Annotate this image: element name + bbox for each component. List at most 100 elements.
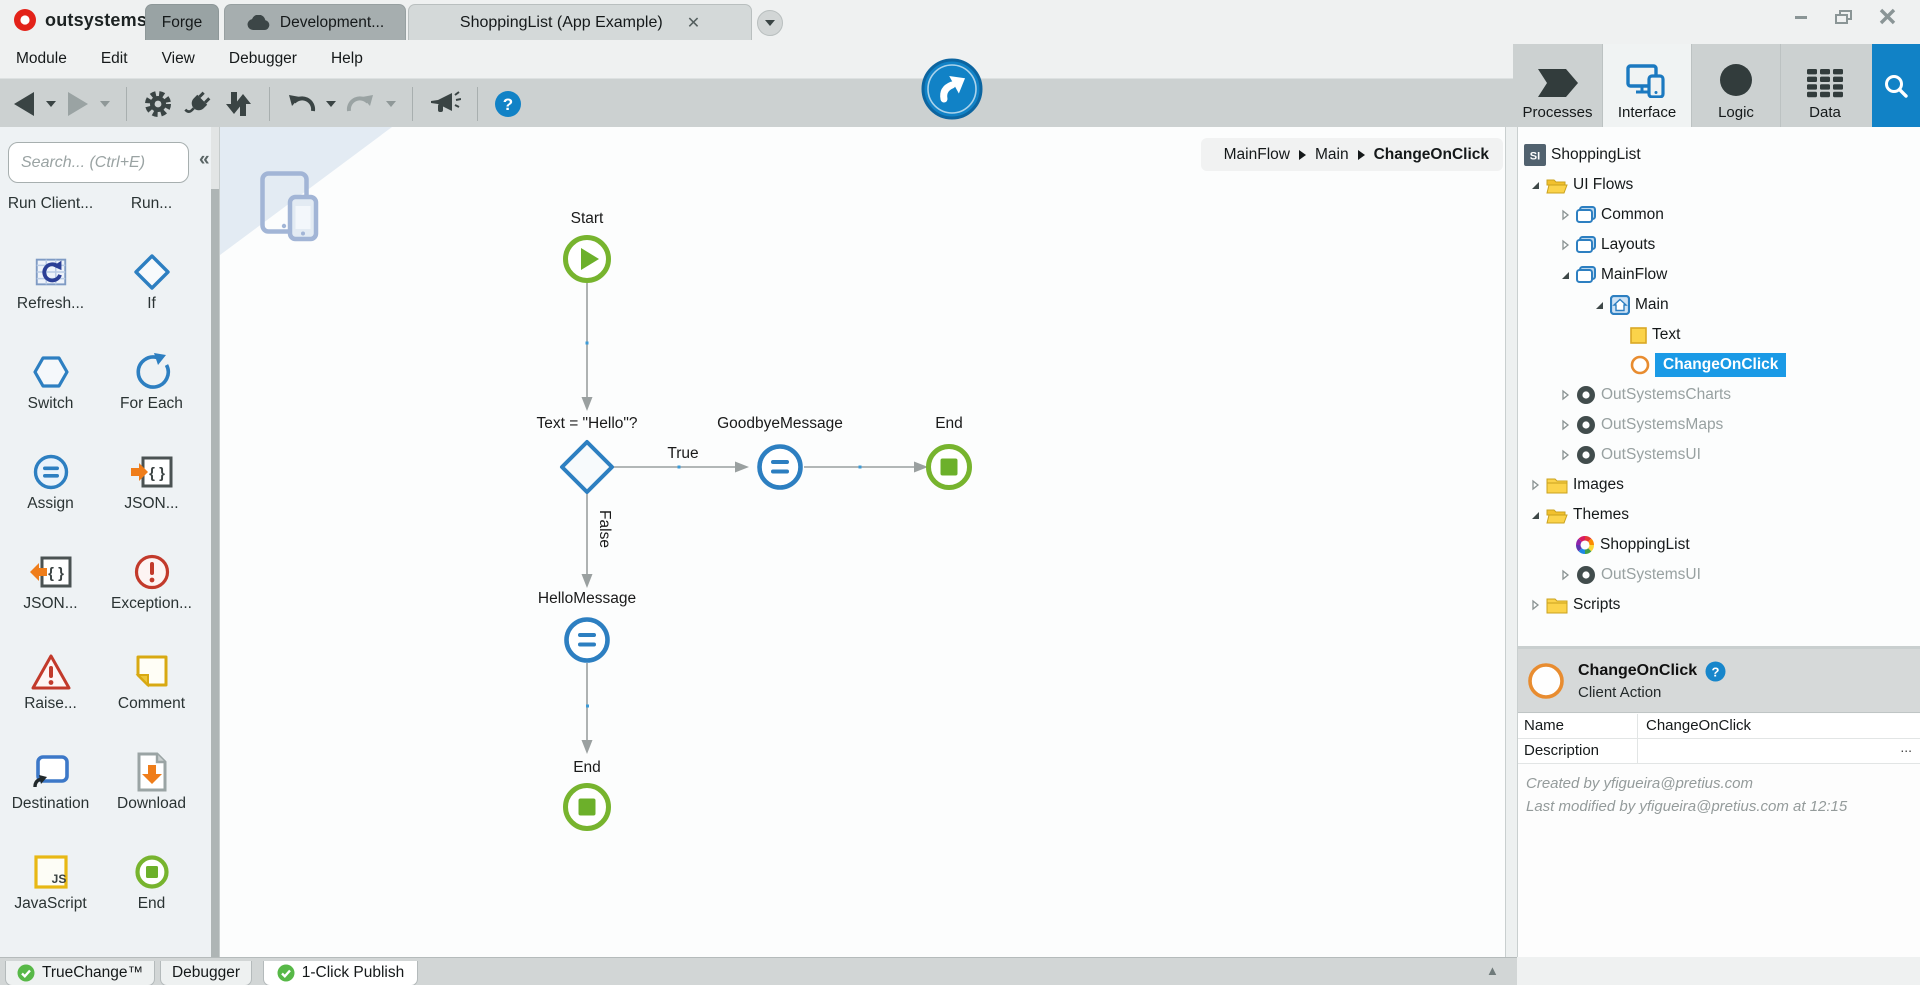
for-each-icon [132, 349, 172, 395]
expanded-arrow-icon[interactable] [1530, 180, 1541, 191]
tree-item-outsystemscharts[interactable]: OutSystemsCharts [1518, 380, 1920, 410]
tab-development[interactable]: Development... [224, 4, 406, 40]
tab-shoppinglist[interactable]: ShoppingList (App Example) ✕ [408, 4, 752, 40]
description-expand-button[interactable]: ... [1896, 739, 1920, 763]
toolbox-item-assign[interactable]: Assign [0, 417, 101, 517]
collapsed-arrow-icon[interactable] [1560, 449, 1571, 461]
start-node[interactable] [563, 235, 611, 283]
collapsed-arrow-icon[interactable] [1560, 389, 1571, 401]
expanded-arrow-icon[interactable] [1594, 300, 1605, 311]
toolbox-item-raise-exception[interactable]: Raise... [0, 617, 101, 717]
menu-module[interactable]: Module [16, 50, 67, 68]
collapsed-arrow-icon[interactable] [1560, 239, 1571, 251]
redo-icon[interactable] [346, 91, 376, 117]
tree-item-module-shoppinglist[interactable]: SI ShoppingList [1518, 140, 1920, 170]
collapsed-arrow-icon[interactable] [1560, 419, 1571, 431]
toolbox-item-if[interactable]: If [101, 217, 202, 317]
tree-item-theme-shoppinglist[interactable]: ShoppingList [1518, 530, 1920, 560]
restore-icon[interactable] [1835, 9, 1853, 25]
toolbox-item-exception-handler[interactable]: Exception... [101, 517, 202, 617]
toolbox-item-destination[interactable]: Destination [0, 717, 101, 817]
toolbox-item-for-each[interactable]: For Each [101, 317, 202, 417]
announcements-megaphone-icon[interactable] [429, 90, 461, 118]
help-icon[interactable]: ? [1705, 661, 1726, 682]
condition-node[interactable] [560, 440, 614, 494]
menu-view[interactable]: View [162, 50, 195, 68]
nav-processes[interactable]: Processes [1513, 44, 1602, 127]
one-click-publish-button[interactable] [920, 57, 984, 121]
tree-item-mainflow[interactable]: MainFlow [1518, 260, 1920, 290]
expanded-arrow-icon[interactable] [1560, 270, 1571, 281]
menu-debugger[interactable]: Debugger [229, 50, 297, 68]
tree-item-changeonclick[interactable]: ChangeOnClick [1518, 350, 1920, 380]
refresh-server-data-icon[interactable] [223, 90, 253, 118]
status-bar: TrueChange™ Debugger 1-Click Publish ▲ [0, 957, 1517, 985]
collapsed-arrow-icon[interactable] [1560, 569, 1571, 581]
nav-logic[interactable]: Logic [1691, 44, 1780, 127]
back-history-icon[interactable] [46, 100, 56, 107]
menu-edit[interactable]: Edit [101, 50, 128, 68]
collapsed-arrow-icon[interactable] [1530, 479, 1541, 491]
tree-item-images[interactable]: Images [1518, 470, 1920, 500]
nav-interface[interactable]: Interface [1602, 44, 1691, 127]
tree-item-ui-flows[interactable]: UI Flows [1518, 170, 1920, 200]
tree-item-themes[interactable]: Themes [1518, 500, 1920, 530]
true-branch-label: True [667, 445, 698, 462]
toolbox-collapse-button[interactable]: « [199, 149, 210, 171]
toolbox-scrollbar-thumb[interactable] [211, 189, 219, 957]
refresh-data-icon [32, 249, 70, 295]
undo-icon[interactable] [286, 91, 316, 117]
collapsed-arrow-icon[interactable] [1560, 209, 1571, 221]
tree-item-main[interactable]: Main [1518, 290, 1920, 320]
tree-item-scripts[interactable]: Scripts [1518, 590, 1920, 620]
tree-item-common[interactable]: Common [1518, 200, 1920, 230]
flow-canvas[interactable]: MainFlow Main ChangeOnClick Start Text =… [219, 127, 1505, 957]
toolbox-item-json-deserialize[interactable]: { } JSON... [0, 517, 101, 617]
forward-icon[interactable] [66, 91, 90, 117]
statusbar-collapse-button[interactable]: ▲ [1486, 963, 1499, 978]
forward-history-icon[interactable] [100, 100, 110, 107]
back-icon[interactable] [12, 91, 36, 117]
tree-item-outsystemsmaps[interactable]: OutSystemsMaps [1518, 410, 1920, 440]
toolbox-item-refresh-data[interactable]: Refresh... [0, 217, 101, 317]
plugin-icon [1577, 566, 1595, 584]
tab-close-icon[interactable]: ✕ [687, 13, 700, 33]
manage-dependencies-plug-icon[interactable] [183, 89, 213, 119]
toolbox-item-javascript[interactable]: JS JavaScript [0, 817, 101, 917]
toolbox-item-comment[interactable]: Comment [101, 617, 202, 717]
one-click-publish-tab[interactable]: 1-Click Publish [263, 961, 418, 985]
close-icon[interactable] [1879, 8, 1896, 25]
collapsed-arrow-icon[interactable] [1530, 599, 1541, 611]
property-name-value[interactable]: ChangeOnClick [1638, 714, 1920, 738]
menu-help[interactable]: Help [331, 50, 363, 68]
nav-data[interactable]: Data [1780, 44, 1869, 127]
end-node-bottom[interactable] [563, 783, 611, 831]
tree-item-outsystemsui[interactable]: OutSystemsUI [1518, 440, 1920, 470]
tab-list-dropdown[interactable] [757, 10, 783, 36]
toolbox-item-json-serialize[interactable]: { } JSON... [101, 417, 202, 517]
toolbox-search-input[interactable] [8, 142, 189, 183]
toolbox-scrollbar[interactable] [211, 127, 219, 957]
goodbye-message-node[interactable] [757, 444, 803, 490]
minimize-icon[interactable] [1793, 9, 1809, 25]
redo-history-icon[interactable] [386, 100, 396, 107]
module-settings-icon[interactable] [143, 89, 173, 119]
debugger-tab[interactable]: Debugger [160, 961, 252, 985]
tab-forge[interactable]: Forge [145, 4, 219, 40]
tree-item-themes-outsystemsui[interactable]: OutSystemsUI [1518, 560, 1920, 590]
toolbox-item-download[interactable]: Download [101, 717, 202, 817]
toolbox-item-end[interactable]: End [101, 817, 202, 917]
toolbox-item-switch[interactable]: Switch [0, 317, 101, 417]
tree-item-text[interactable]: Text [1518, 320, 1920, 350]
tree-item-layouts[interactable]: Layouts [1518, 230, 1920, 260]
expanded-arrow-icon[interactable] [1530, 510, 1541, 521]
truechange-tab[interactable]: TrueChange™ [5, 961, 155, 985]
ui-flow-icon [1576, 206, 1596, 223]
property-description-value[interactable] [1638, 739, 1896, 763]
vertical-splitter[interactable] [1505, 127, 1518, 957]
global-search-button[interactable] [1872, 44, 1920, 127]
end-node-top[interactable] [926, 444, 972, 490]
undo-history-icon[interactable] [326, 100, 336, 107]
help-icon[interactable]: ? [494, 90, 522, 118]
hello-message-node[interactable] [564, 617, 610, 663]
